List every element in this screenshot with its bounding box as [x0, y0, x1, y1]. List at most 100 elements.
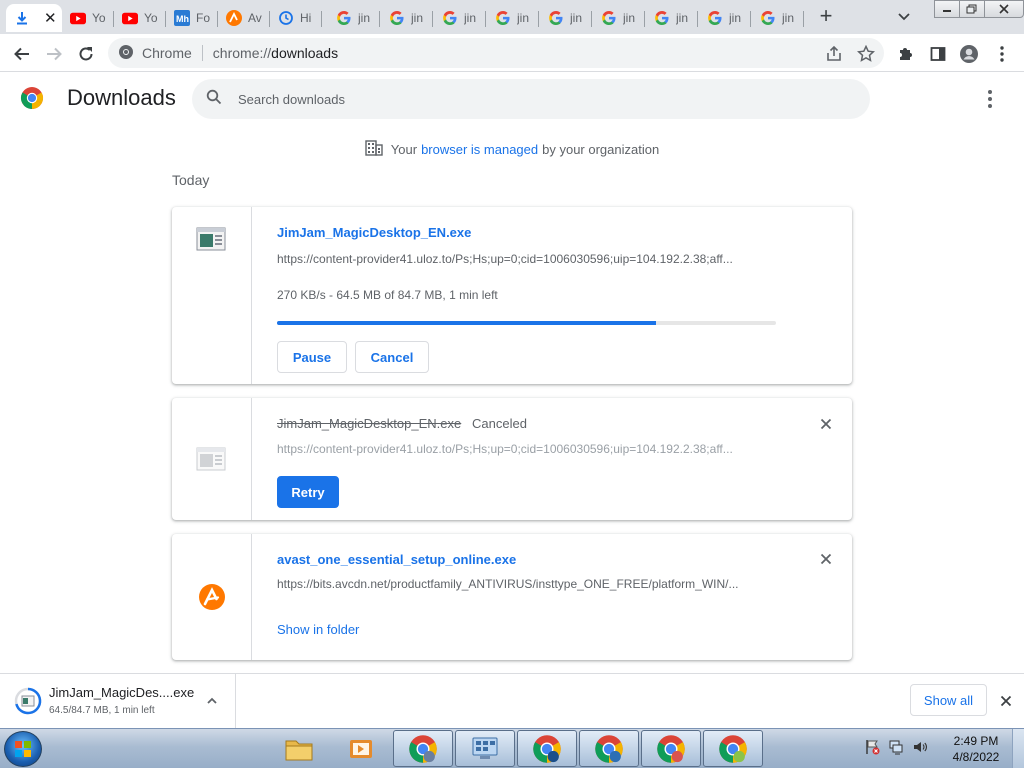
download-icon — [14, 10, 30, 26]
chrome-taskbar-icon[interactable] — [703, 730, 763, 767]
exe-file-icon — [196, 447, 226, 471]
bookmark-star-icon[interactable] — [855, 43, 877, 65]
exe-file-icon — [196, 227, 226, 251]
google-icon — [707, 10, 723, 26]
page-title: Downloads — [67, 85, 176, 110]
chrome-taskbar-icon[interactable] — [393, 730, 453, 767]
chrome-page-icon — [118, 44, 134, 63]
address-bar[interactable]: Chrome chrome://downloads — [108, 38, 884, 68]
tab-google-5[interactable]: jin — [540, 4, 592, 32]
tab-google-9[interactable]: jin — [752, 4, 804, 32]
google-icon — [654, 10, 670, 26]
show-all-button[interactable]: Show all — [910, 684, 987, 716]
url-host: downloads — [271, 45, 339, 61]
back-button[interactable] — [11, 43, 33, 65]
search-downloads-box — [192, 79, 870, 119]
chrome-menu-icon[interactable] — [991, 43, 1013, 65]
action-center-flag-icon[interactable] — [864, 739, 880, 760]
tab-google-6[interactable]: jin — [593, 4, 645, 32]
tab-google-1[interactable]: jin — [328, 4, 380, 32]
media-player-icon[interactable] — [331, 730, 391, 767]
search-icon — [206, 89, 222, 110]
explorer-folder-icon[interactable] — [269, 730, 329, 767]
google-icon — [389, 10, 405, 26]
download-url[interactable]: https://bits.avcdn.net/productfamily_ANT… — [277, 577, 777, 591]
youtube-icon — [122, 10, 138, 26]
profile-avatar-icon[interactable] — [958, 43, 980, 65]
minimize-button[interactable] — [934, 0, 960, 18]
google-icon — [336, 10, 352, 26]
cancel-button[interactable]: Cancel — [355, 341, 429, 373]
forward-button[interactable] — [43, 43, 65, 65]
downloads-menu-icon[interactable] — [981, 87, 999, 111]
system-tray — [864, 739, 934, 759]
chrome-taskbar-icon[interactable] — [641, 730, 701, 767]
start-button[interactable] — [4, 731, 42, 767]
show-desktop-button[interactable] — [1012, 729, 1024, 768]
restore-button[interactable] — [959, 0, 985, 18]
building-icon — [365, 140, 383, 159]
chevron-up-icon[interactable] — [205, 694, 219, 708]
tab-history[interactable]: Hi — [270, 4, 322, 32]
extensions-puzzle-icon[interactable] — [895, 43, 917, 65]
section-label-today: Today — [172, 172, 210, 188]
tab-google-7[interactable]: jin — [646, 4, 698, 32]
show-in-folder-link[interactable]: Show in folder — [277, 622, 359, 637]
network-icon[interactable] — [888, 739, 904, 760]
search-input[interactable] — [238, 91, 798, 107]
remove-download-close-icon[interactable] — [818, 416, 834, 432]
taskbar-clock[interactable]: 2:49 PM 4/8/2022 — [944, 733, 1008, 765]
tab-close-icon[interactable]: ✕ — [44, 9, 57, 27]
svg-text:Mh: Mh — [176, 14, 189, 24]
share-icon[interactable] — [823, 43, 845, 65]
shelf-download-item[interactable]: JimJam_MagicDes....exe 64.5/84.7 MB, 1 m… — [0, 674, 236, 729]
volume-icon[interactable] — [912, 739, 928, 760]
avast-icon — [226, 10, 242, 26]
history-icon — [278, 10, 294, 26]
tab-avast[interactable]: Av — [218, 4, 270, 32]
download-status-canceled: Canceled — [472, 416, 527, 431]
tab-google-3[interactable]: jin — [434, 4, 486, 32]
tab-google-2[interactable]: jin — [381, 4, 433, 32]
windows-taskbar: 2:49 PM 4/8/2022 — [0, 728, 1024, 768]
download-url[interactable]: https://content-provider41.uloz.to/Ps;Hs… — [277, 252, 777, 266]
download-filename: JimJam_MagicDesktop_EN.exe — [277, 416, 462, 431]
google-icon — [442, 10, 458, 26]
download-url[interactable]: https://content-provider41.uloz.to/Ps;Hs… — [277, 442, 777, 456]
new-tab-button[interactable]: + — [812, 5, 840, 29]
browser-managed-link[interactable]: browser is managed — [421, 142, 538, 157]
download-shelf: JimJam_MagicDes....exe 64.5/84.7 MB, 1 m… — [0, 673, 1024, 729]
google-icon — [495, 10, 511, 26]
reload-button[interactable] — [75, 43, 97, 65]
tab-search-chevron-icon[interactable] — [894, 8, 914, 26]
close-window-button[interactable] — [984, 0, 1024, 18]
pause-button[interactable]: Pause — [277, 341, 347, 373]
download-progress-fill — [277, 321, 657, 325]
side-panel-icon[interactable] — [927, 43, 949, 65]
clock-date: 4/8/2022 — [952, 750, 1000, 764]
chrome-taskbar-icon[interactable] — [579, 730, 639, 767]
tab-google-4[interactable]: jin — [487, 4, 539, 32]
avast-icon — [198, 583, 226, 611]
remove-download-close-icon[interactable] — [818, 551, 834, 567]
google-icon — [548, 10, 564, 26]
tab-google-8[interactable]: jin — [699, 4, 751, 32]
download-progress-bar — [277, 321, 776, 325]
tab-downloads[interactable]: ✕ — [6, 4, 62, 32]
clock-time: 2:49 PM — [953, 734, 999, 748]
close-shelf-icon[interactable] — [998, 693, 1014, 709]
download-progress-text: 270 KB/s - 64.5 MB of 84.7 MB, 1 min lef… — [277, 288, 498, 302]
tab-youtube-1[interactable]: Yo — [62, 4, 114, 32]
tab-fo[interactable]: Mh Fo — [166, 4, 218, 32]
download-filename-link[interactable]: JimJam_MagicDesktop_EN.exe — [277, 225, 471, 240]
tab-youtube-2[interactable]: Yo — [114, 4, 166, 32]
browser-toolbar: Chrome chrome://downloads — [0, 34, 1024, 72]
control-panel-icon[interactable] — [455, 730, 515, 767]
download-progress-ring-icon — [14, 687, 42, 715]
mh-icon: Mh — [174, 10, 190, 26]
google-icon — [601, 10, 617, 26]
chrome-taskbar-icon[interactable] — [517, 730, 577, 767]
download-filename-link[interactable]: avast_one_essential_setup_online.exe — [277, 552, 516, 567]
tab-strip: ✕ Yo Yo Mh Fo Av Hi jin jin jin jin jin — [0, 0, 1024, 34]
retry-button[interactable]: Retry — [277, 476, 339, 508]
